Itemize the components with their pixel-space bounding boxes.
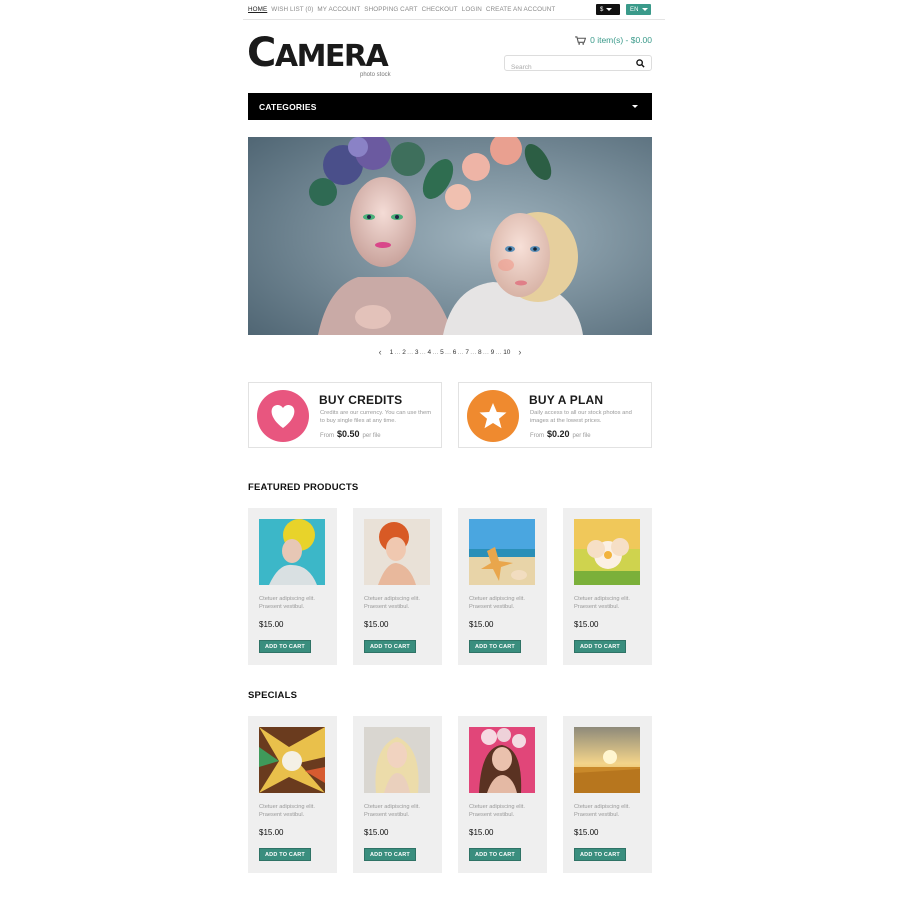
product-card[interactable]: Ctetuer adipiscing elit. Praesent vestib… — [563, 716, 652, 873]
currency-value: $ — [600, 6, 604, 13]
star-icon — [479, 403, 507, 429]
promo-per: per file — [362, 433, 381, 439]
product-card[interactable]: Ctetuer adipiscing elit. Praesent vestib… — [458, 716, 547, 873]
hero-illustration — [248, 137, 652, 335]
product-card[interactable]: Ctetuer adipiscing elit. Praesent vestib… — [248, 508, 337, 665]
product-description: Ctetuer adipiscing elit. Praesent vestib… — [259, 596, 315, 610]
heart-icon — [271, 404, 309, 442]
promo-description: Daily access to all our stock photos and… — [530, 410, 632, 424]
cart-icon — [575, 35, 587, 45]
product-description: Ctetuer adipiscing elit. Praesent vestib… — [574, 596, 630, 610]
promo-per: per file — [572, 433, 591, 439]
categories-label: Categories — [259, 101, 317, 112]
chevron-right-icon[interactable]: › — [510, 347, 529, 357]
nav-home-link[interactable]: Home — [248, 6, 267, 13]
add-to-cart-button[interactable]: Add to Cart — [469, 640, 521, 653]
slider-pager: ‹ 1… 2… 3… 4… 5… 6… 7… 8… 9… 10 › — [248, 347, 652, 357]
nav-checkout-link[interactable]: Checkout — [422, 6, 458, 13]
product-price: $15.00 — [574, 620, 599, 629]
specials-heading: Specials — [248, 690, 298, 701]
featured-products-grid: Ctetuer adipiscing elit. Praesent vestib… — [248, 508, 652, 665]
product-card[interactable]: Ctetuer adipiscing elit. Praesent vestib… — [563, 508, 652, 665]
add-to-cart-button[interactable]: Add to Cart — [574, 848, 626, 861]
nav-wishlist-link[interactable]: Wish List (0) — [271, 6, 313, 13]
product-description: Ctetuer adipiscing elit. Praesent vestib… — [259, 804, 315, 818]
product-image[interactable] — [259, 727, 325, 793]
promo-price: $0.50 — [337, 429, 360, 439]
promo-from: From — [320, 433, 334, 439]
product-description: Ctetuer adipiscing elit. Praesent vestib… — [469, 596, 525, 610]
site-logo[interactable]: CAMERA — [247, 30, 389, 76]
header-divider — [243, 19, 665, 20]
buy-credits-box[interactable]: BUY CREDITS Credits are our currency. Yo… — [248, 382, 442, 448]
product-image[interactable] — [259, 519, 325, 585]
product-description: Ctetuer adipiscing elit. Praesent vestib… — [364, 804, 420, 818]
promo-from: From — [530, 433, 544, 439]
logo-initial: C — [247, 30, 276, 76]
chevron-down-icon — [606, 8, 613, 11]
product-card[interactable]: Ctetuer adipiscing elit. Praesent vestib… — [458, 508, 547, 665]
promo-description: Credits are our currency. You can use th… — [320, 410, 432, 424]
product-image[interactable] — [469, 519, 535, 585]
product-image[interactable] — [364, 727, 430, 793]
product-description: Ctetuer adipiscing elit. Praesent vestib… — [574, 804, 630, 818]
product-price: $15.00 — [259, 828, 284, 837]
chevron-down-icon — [632, 105, 638, 108]
search-icon[interactable] — [636, 59, 645, 68]
top-links: Home Wish List (0) My Account Shopping C… — [248, 6, 555, 13]
product-card[interactable]: Ctetuer adipiscing elit. Praesent vestib… — [353, 716, 442, 873]
product-price: $15.00 — [469, 828, 494, 837]
add-to-cart-button[interactable]: Add to Cart — [259, 848, 311, 861]
currency-dropdown[interactable]: $ — [596, 4, 620, 15]
promo-price-line: From $0.20 per file — [530, 429, 591, 439]
product-card[interactable]: Ctetuer adipiscing elit. Praesent vestib… — [248, 716, 337, 873]
promo-price-line: From $0.50 per file — [320, 429, 381, 439]
promo-circle — [257, 390, 309, 442]
pager-page[interactable]: 10 — [503, 349, 510, 356]
logo-rest: AMERA — [274, 39, 389, 74]
product-image[interactable] — [574, 727, 640, 793]
top-navigation: Home Wish List (0) My Account Shopping C… — [248, 4, 652, 20]
buy-plan-box[interactable]: BUY A PLAN Daily access to all our stock… — [458, 382, 652, 448]
product-price: $15.00 — [574, 828, 599, 837]
product-image[interactable] — [469, 727, 535, 793]
search-box — [504, 55, 652, 75]
product-description: Ctetuer adipiscing elit. Praesent vestib… — [364, 596, 420, 610]
product-description: Ctetuer adipiscing elit. Praesent vestib… — [469, 804, 525, 818]
language-value: EN — [630, 6, 639, 13]
logo-tagline: photo stock — [360, 72, 391, 78]
product-image[interactable] — [364, 519, 430, 585]
chevron-left-icon[interactable]: ‹ — [371, 347, 390, 357]
add-to-cart-button[interactable]: Add to Cart — [469, 848, 521, 861]
add-to-cart-button[interactable]: Add to Cart — [364, 640, 416, 653]
product-price: $15.00 — [364, 620, 389, 629]
search-input[interactable] — [505, 60, 625, 75]
promo-circle — [467, 390, 519, 442]
promo-title: BUY A PLAN — [529, 393, 604, 407]
featured-products-heading: Featured Products — [248, 482, 359, 493]
cart-summary[interactable]: 0 item(s) - $0.00 — [575, 35, 652, 45]
nav-create-account-link[interactable]: Create an Account — [486, 6, 555, 13]
categories-bar[interactable]: Categories — [248, 93, 652, 120]
product-image[interactable] — [574, 519, 640, 585]
nav-login-link[interactable]: Login — [462, 6, 482, 13]
add-to-cart-button[interactable]: Add to Cart — [574, 640, 626, 653]
cart-summary-text: 0 item(s) - $0.00 — [590, 35, 652, 45]
specials-grid: Ctetuer adipiscing elit. Praesent vestib… — [248, 716, 652, 873]
promo-title: BUY CREDITS — [319, 393, 403, 407]
hero-slide-image[interactable] — [248, 137, 652, 335]
chevron-down-icon — [641, 8, 648, 11]
add-to-cart-button[interactable]: Add to Cart — [259, 640, 311, 653]
language-dropdown[interactable]: EN — [626, 4, 651, 15]
product-price: $15.00 — [469, 620, 494, 629]
product-card[interactable]: Ctetuer adipiscing elit. Praesent vestib… — [353, 508, 442, 665]
promo-price: $0.20 — [547, 429, 570, 439]
nav-my-account-link[interactable]: My Account — [317, 6, 360, 13]
product-price: $15.00 — [364, 828, 389, 837]
nav-shopping-cart-link[interactable]: Shopping Cart — [364, 6, 417, 13]
product-price: $15.00 — [259, 620, 284, 629]
add-to-cart-button[interactable]: Add to Cart — [364, 848, 416, 861]
